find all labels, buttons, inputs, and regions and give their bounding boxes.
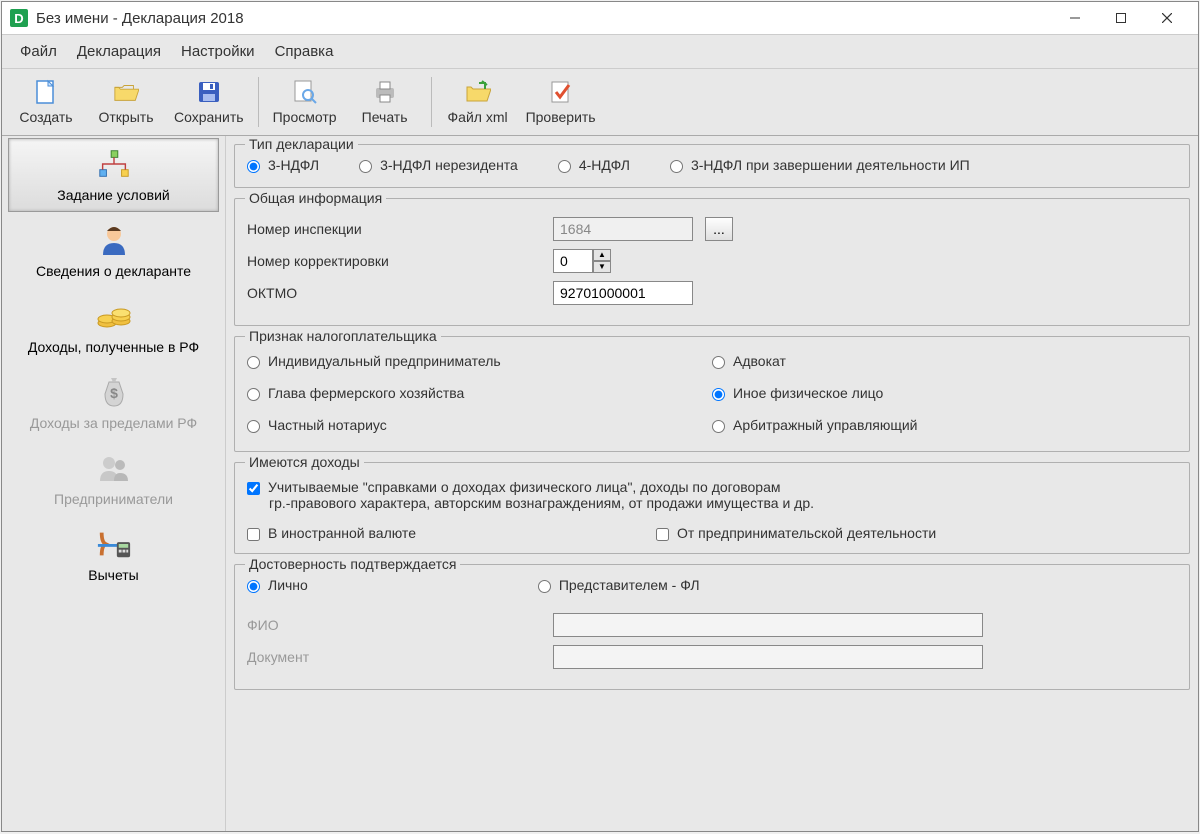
- folder-open-icon: [113, 79, 139, 105]
- sidebar: Задание условий Сведения о декларанте До…: [2, 136, 226, 831]
- sidebar-label-deductions: Вычеты: [88, 567, 139, 583]
- person-icon: [96, 223, 132, 257]
- group-taxpayer-type: Признак налогоплательщика Индивидуальный…: [234, 336, 1190, 452]
- oktmo-field[interactable]: [553, 281, 693, 305]
- sidebar-label-entrepreneurs: Предприниматели: [54, 491, 173, 507]
- maximize-button[interactable]: [1098, 3, 1144, 33]
- menubar: Файл Декларация Настройки Справка: [2, 34, 1198, 69]
- radio-individual-entrepreneur[interactable]: Индивидуальный предприниматель: [247, 353, 712, 369]
- app-logo-icon: D: [10, 9, 28, 27]
- create-label: Создать: [19, 109, 72, 125]
- sidebar-label-income-rf: Доходы, полученные в РФ: [28, 339, 199, 355]
- group-general-info: Общая информация Номер инспекции ... Ном…: [234, 198, 1190, 326]
- coins-icon: [96, 299, 132, 333]
- label-correction: Номер корректировки: [247, 253, 547, 269]
- toolbar-separator: [258, 77, 259, 127]
- correction-stepper[interactable]: ▲▼: [553, 249, 611, 273]
- open-button[interactable]: Открыть: [86, 75, 166, 129]
- save-button[interactable]: Сохранить: [166, 75, 252, 129]
- svg-text:$: $: [110, 385, 118, 401]
- menu-help[interactable]: Справка: [265, 39, 344, 64]
- check-label: Проверить: [526, 109, 596, 125]
- menu-file[interactable]: Файл: [10, 39, 67, 64]
- print-button[interactable]: Печать: [345, 75, 425, 129]
- sidebar-item-income-rf[interactable]: Доходы, полученные в РФ: [8, 290, 219, 364]
- window-title: Без имени - Декларация 2018: [36, 10, 1052, 27]
- legend-auth: Достоверность подтверждается: [245, 556, 460, 572]
- menu-settings[interactable]: Настройки: [171, 39, 265, 64]
- sidebar-label-income-abroad: Доходы за пределами РФ: [30, 415, 197, 431]
- sidebar-item-income-abroad[interactable]: $ Доходы за пределами РФ: [8, 366, 219, 440]
- radio-3ndfl-ip-end[interactable]: 3-НДФЛ при завершении деятельности ИП: [670, 157, 970, 173]
- spin-down-button[interactable]: ▼: [593, 261, 611, 273]
- group-declaration-type: Тип декларации 3-НДФЛ 3-НДФЛ нерезидента…: [234, 144, 1190, 188]
- checkbox-foreign-currency[interactable]: В иностранной валюте: [247, 525, 416, 541]
- xml-file-icon: [465, 79, 491, 105]
- sidebar-item-entrepreneurs[interactable]: Предприниматели: [8, 442, 219, 516]
- legend-decl-type: Тип декларации: [245, 136, 358, 152]
- income-cert-desc: гр.-правового характера, авторским возна…: [269, 495, 1177, 511]
- radio-3ndfl-nonresident[interactable]: 3-НДФЛ нерезидента: [359, 157, 518, 173]
- inspection-browse-button[interactable]: ...: [705, 217, 733, 241]
- xml-label: Файл xml: [448, 109, 508, 125]
- preview-button[interactable]: Просмотр: [265, 75, 345, 129]
- radio-insolvency-manager[interactable]: Арбитражный управляющий: [712, 417, 1177, 433]
- conditions-icon: [96, 147, 132, 181]
- radio-notary[interactable]: Частный нотариус: [247, 417, 712, 433]
- deductions-icon: [96, 527, 132, 561]
- checkbox-income-certificates[interactable]: Учитываемые "справками о доходах физичес…: [247, 479, 1177, 495]
- radio-personally[interactable]: Лично: [247, 577, 308, 593]
- inspection-field[interactable]: [553, 217, 693, 241]
- save-icon: [196, 79, 222, 105]
- toolbar-separator: [431, 77, 432, 127]
- radio-other-individual[interactable]: Иное физическое лицо: [712, 385, 1177, 401]
- legend-income: Имеются доходы: [245, 454, 364, 470]
- fio-field: [553, 613, 983, 637]
- group-authenticity: Достоверность подтверждается Лично Предс…: [234, 564, 1190, 690]
- close-button[interactable]: [1144, 3, 1190, 33]
- preview-icon: [292, 79, 318, 105]
- group-income-types: Имеются доходы Учитываемые "справками о …: [234, 462, 1190, 554]
- sidebar-label-declarant: Сведения о декларанте: [36, 263, 191, 279]
- titlebar: D Без имени - Декларация 2018: [2, 2, 1198, 34]
- label-oktmo: ОКТМО: [247, 285, 547, 301]
- checkbox-entrepreneurial[interactable]: От предпринимательской деятельности: [656, 525, 936, 541]
- minimize-button[interactable]: [1052, 3, 1098, 33]
- spin-up-button[interactable]: ▲: [593, 249, 611, 261]
- legend-general: Общая информация: [245, 190, 386, 206]
- label-doc: Документ: [247, 649, 547, 665]
- label-inspection: Номер инспекции: [247, 221, 547, 237]
- people-icon: [96, 451, 132, 485]
- print-label: Печать: [362, 109, 408, 125]
- radio-farm-head[interactable]: Глава фермерского хозяйства: [247, 385, 712, 401]
- save-label: Сохранить: [174, 109, 244, 125]
- preview-label: Просмотр: [273, 109, 337, 125]
- open-label: Открыть: [99, 109, 154, 125]
- new-file-icon: [33, 79, 59, 105]
- sidebar-item-declarant[interactable]: Сведения о декларанте: [8, 214, 219, 288]
- radio-4ndfl[interactable]: 4-НДФЛ: [558, 157, 630, 173]
- radio-representative[interactable]: Представителем - ФЛ: [538, 577, 700, 593]
- check-icon: [548, 79, 574, 105]
- sidebar-label-conditions: Задание условий: [57, 187, 169, 203]
- sidebar-item-deductions[interactable]: Вычеты: [8, 518, 219, 592]
- radio-lawyer[interactable]: Адвокат: [712, 353, 1177, 369]
- money-bag-icon: $: [96, 375, 132, 409]
- check-button[interactable]: Проверить: [518, 75, 604, 129]
- legend-taxpayer: Признак налогоплательщика: [245, 328, 441, 344]
- radio-3ndfl[interactable]: 3-НДФЛ: [247, 157, 319, 173]
- menu-declaration[interactable]: Декларация: [67, 39, 171, 64]
- content-area: Тип декларации 3-НДФЛ 3-НДФЛ нерезидента…: [226, 136, 1198, 831]
- sidebar-item-conditions[interactable]: Задание условий: [8, 138, 219, 212]
- print-icon: [372, 79, 398, 105]
- document-field: [553, 645, 983, 669]
- create-button[interactable]: Создать: [6, 75, 86, 129]
- label-fio: ФИО: [247, 617, 547, 633]
- correction-field[interactable]: [553, 249, 593, 273]
- toolbar: Создать Открыть Сохранить Просмотр Печат…: [2, 69, 1198, 136]
- xml-button[interactable]: Файл xml: [438, 75, 518, 129]
